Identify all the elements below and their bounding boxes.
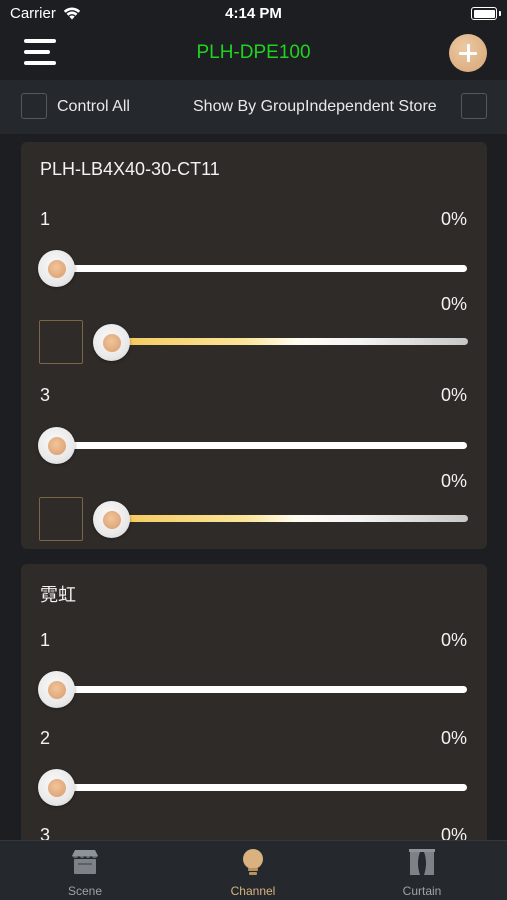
color-swatch-button[interactable]: [39, 497, 83, 541]
channel-name: 2: [40, 728, 51, 748]
tab-label: Channel: [230, 884, 276, 898]
channel-percent: 0%: [440, 294, 467, 314]
brightness-slider-track[interactable]: [56, 784, 467, 791]
page-title: PLH-DPE100: [196, 42, 311, 63]
tab-label: Curtain: [402, 884, 442, 898]
tab-scene[interactable]: Scene: [25, 841, 145, 900]
battery-icon: [471, 7, 497, 20]
navigation-bar: PLH-DPE100: [0, 28, 507, 80]
scene-store-icon: [72, 850, 98, 874]
channel-list[interactable]: PLH-LB4X40-30-CT11 1 0% 0% 3 0% 0% 霓虹 1 …: [0, 134, 507, 840]
control-toolbar: Control All Show By Group Independent St…: [0, 80, 507, 134]
channel-percent: 0%: [440, 209, 467, 229]
brightness-slider-knob[interactable]: [38, 427, 75, 464]
brightness-slider-knob[interactable]: [38, 671, 75, 708]
add-button[interactable]: [449, 34, 487, 72]
channel-percent: 0%: [440, 728, 467, 748]
battery-cap: [499, 11, 501, 16]
channel-name: 1: [40, 630, 51, 650]
device-card: PLH-LB4X40-30-CT11 1 0% 0% 3 0% 0%: [21, 142, 487, 549]
show-by-group-button[interactable]: Show By Group: [193, 98, 305, 116]
brightness-slider-track[interactable]: [56, 686, 467, 693]
lightbulb-icon: [243, 849, 263, 875]
curtain-icon: [409, 849, 435, 875]
clock: 4:14 PM: [225, 5, 282, 22]
color-swatch-button[interactable]: [39, 320, 83, 364]
brightness-slider-track[interactable]: [56, 442, 467, 449]
channel-percent: 0%: [440, 471, 467, 491]
color-temperature-slider-knob[interactable]: [93, 324, 130, 361]
brightness-slider-knob[interactable]: [38, 250, 75, 287]
brightness-slider-knob[interactable]: [38, 769, 75, 806]
brightness-slider-track[interactable]: [56, 265, 467, 272]
independent-store-label: Independent Store: [304, 98, 437, 116]
tab-curtain[interactable]: Curtain: [362, 841, 482, 900]
device-card: 霓虹 1 0% 2 0% 3 0%: [21, 564, 487, 840]
color-temperature-slider-track[interactable]: [111, 338, 468, 345]
tab-channel[interactable]: Channel: [193, 841, 313, 900]
device-title: PLH-LB4X40-30-CT11: [40, 159, 220, 179]
channel-percent: 0%: [440, 825, 467, 840]
status-bar: Carrier 4:14 PM: [0, 0, 507, 28]
channel-percent: 0%: [440, 630, 467, 650]
device-title: 霓虹: [40, 585, 76, 606]
control-all-checkbox[interactable]: [21, 93, 47, 119]
tab-label: Scene: [67, 884, 103, 898]
channel-percent: 0%: [440, 385, 467, 405]
channel-name: 3: [40, 825, 51, 840]
channel-name: 1: [40, 209, 51, 229]
tab-bar: Scene Channel Curtain: [0, 840, 507, 900]
control-all-label: Control All: [57, 98, 130, 115]
color-temperature-slider-knob[interactable]: [93, 501, 130, 538]
color-temperature-slider-track[interactable]: [111, 515, 468, 522]
channel-name: 3: [40, 385, 51, 405]
independent-store-checkbox[interactable]: [461, 93, 487, 119]
